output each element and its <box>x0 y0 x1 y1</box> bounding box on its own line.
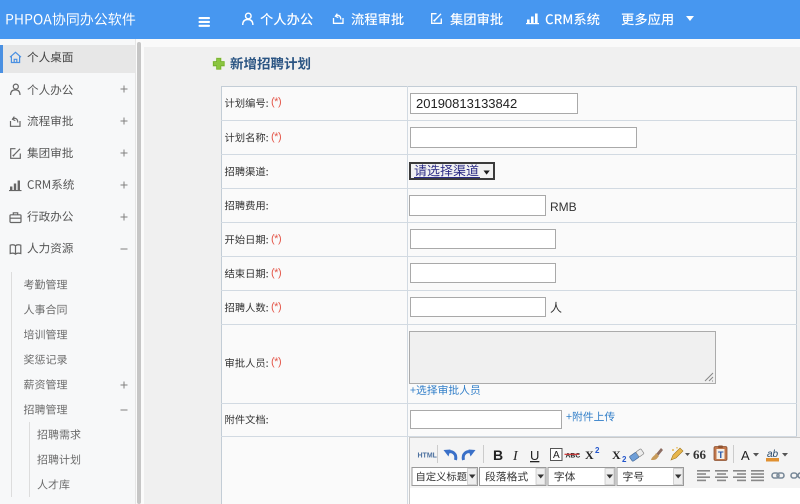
svg-text:ABC: ABC <box>566 453 581 460</box>
svg-text:X: X <box>585 448 594 462</box>
svg-text:HTML: HTML <box>418 453 438 460</box>
svg-text:2: 2 <box>622 455 627 464</box>
svg-text:B: B <box>493 447 503 463</box>
svg-text:T: T <box>718 450 724 460</box>
svg-text:X: X <box>612 448 621 462</box>
svg-text:66: 66 <box>693 447 707 462</box>
svg-text:2: 2 <box>595 446 600 455</box>
svg-text:I: I <box>512 449 519 464</box>
svg-text:U: U <box>530 448 539 463</box>
svg-text:A: A <box>741 448 750 463</box>
svg-text:A: A <box>553 450 560 461</box>
